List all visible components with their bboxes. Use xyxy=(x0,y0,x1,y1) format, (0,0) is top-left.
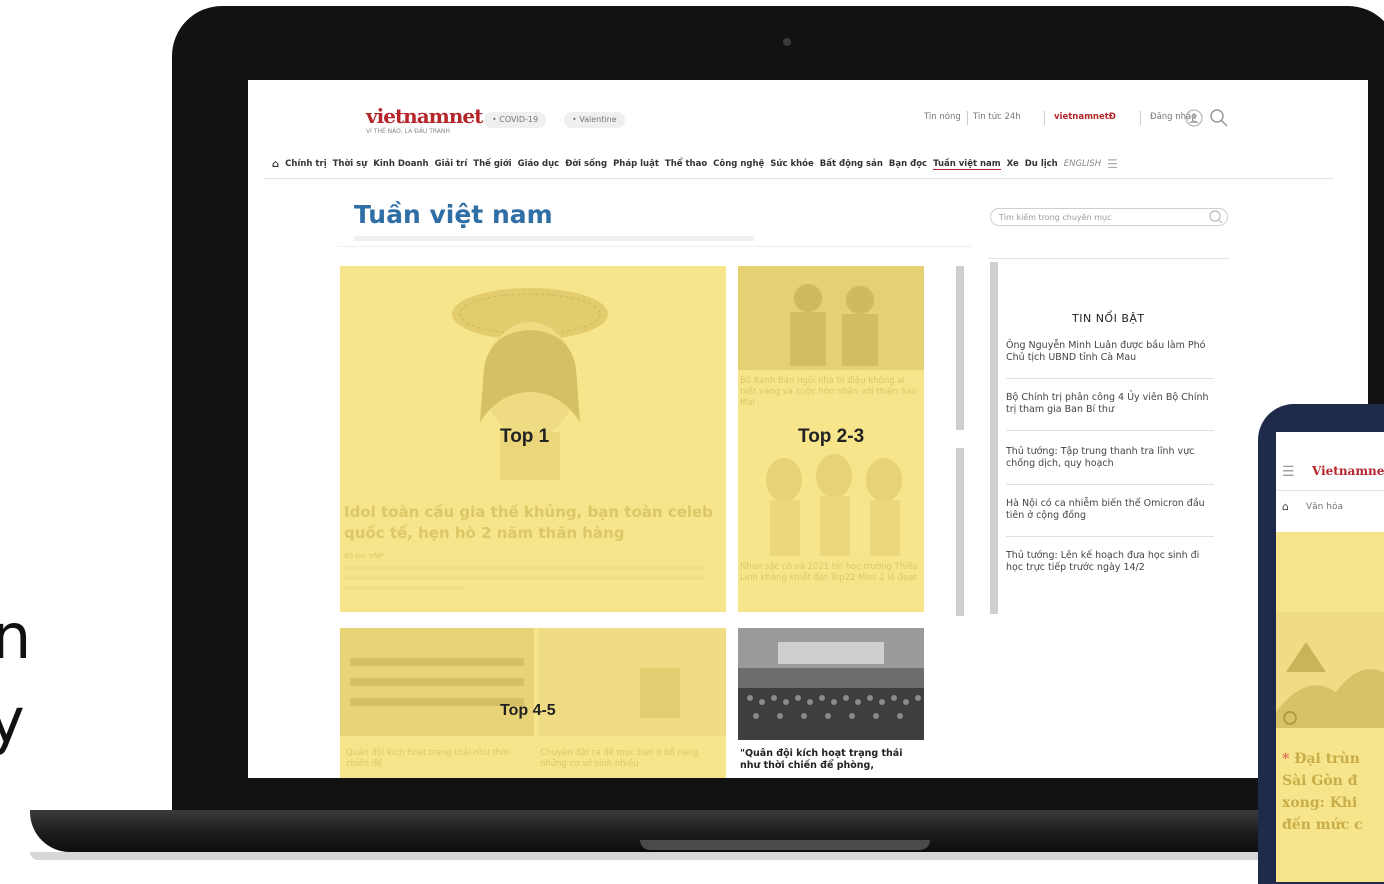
sidebar-item[interactable]: Ông Nguyễn Minh Luân được bầu làm Phó Ch… xyxy=(1006,340,1214,364)
nav-item-kinh-doanh[interactable]: Kinh Doanh xyxy=(373,159,428,169)
phone-headline-line: * Đại trùn xyxy=(1282,748,1384,770)
nav-item-giao-duc[interactable]: Giáo dục xyxy=(518,159,560,169)
link-tin-tuc-24h[interactable]: Tin tức 24h xyxy=(973,112,1021,122)
divider xyxy=(1006,378,1214,379)
extra-article-caption[interactable]: "Quân đội kích hoạt trạng thái như thời … xyxy=(740,748,924,772)
top1-summary-line xyxy=(344,586,464,590)
category-search-input[interactable]: Tìm kiếm trong chuyên mục xyxy=(990,208,1228,226)
nav-divider xyxy=(264,178,1334,179)
sidebar-item[interactable]: Thủ tướng: Lên kế hoạch đưa học sinh đi … xyxy=(1006,550,1214,574)
nav-item-du-lich[interactable]: Du lịch xyxy=(1025,159,1058,169)
nav-item-xe[interactable]: Xe xyxy=(1007,159,1019,169)
top23-label: Top 2-3 xyxy=(798,426,865,447)
nav-item-the-thao[interactable]: Thể thao xyxy=(665,159,707,169)
phone-headline-text: Đại trùn xyxy=(1294,751,1360,767)
phone-menu-icon[interactable]: ☰ xyxy=(1282,464,1295,480)
link-tin-nong[interactable]: Tin nóng xyxy=(924,112,961,122)
divider xyxy=(1006,536,1214,537)
tag-valentine[interactable]: • Valentine xyxy=(564,112,625,128)
top3-photo xyxy=(766,454,902,556)
extra-article-tile[interactable]: "Quân đội kích hoạt trạng thái như thời … xyxy=(738,628,924,778)
top45-tile[interactable]: Top 4-5 Quân đội kích hoạt trạng thái nh… xyxy=(340,628,726,778)
search-icon[interactable] xyxy=(1208,209,1224,225)
top4-caption[interactable]: Quân đội kích hoạt trạng thái như thời c… xyxy=(346,748,516,770)
nav-item-tuan-viet-nam[interactable]: Tuần việt nam xyxy=(933,159,1001,170)
top1-author: Bộ tin: VNP xyxy=(344,552,384,560)
top1-photo xyxy=(452,288,608,480)
top1-summary-line xyxy=(344,576,704,580)
extra-article-photo xyxy=(738,628,924,740)
phone-headline[interactable]: * Đại trùn Sài Gòn đ xong: Khi đến mức c xyxy=(1282,748,1384,836)
divider xyxy=(967,111,968,125)
phone-nav-item[interactable]: Văn hóa xyxy=(1306,502,1343,512)
divider xyxy=(1140,111,1141,125)
phone-highlight-tile[interactable]: * Đại trùn Sài Gòn đ xong: Khi đến mức c xyxy=(1276,532,1384,882)
phone-headline-line: Sài Gòn đ xyxy=(1282,773,1358,789)
nav-item-chinh-tri[interactable]: Chính trị xyxy=(285,159,326,169)
top1-label: Top 1 xyxy=(500,426,550,447)
laptop-notch xyxy=(640,840,930,850)
menu-icon[interactable]: ☰ xyxy=(1107,157,1118,171)
divider xyxy=(1006,430,1214,431)
top23-tile[interactable]: Bố Kanh Bán ngôi nhà bí điệu không ai bi… xyxy=(738,266,924,612)
nav-item-ban-doc[interactable]: Bạn đọc xyxy=(889,159,927,169)
subtitle-placeholder xyxy=(354,236,754,241)
left-edge-letter-y: y xyxy=(0,684,25,757)
site-logo-text: vietnamnet xyxy=(366,104,483,128)
top5-caption[interactable]: Chuyện đặt ra để mục bạn ở bố nang những… xyxy=(540,748,720,770)
sidebar-scrollbar[interactable] xyxy=(990,262,998,614)
main-nav: ⌂ Chính trị Thời sự Kinh Doanh Giải trí … xyxy=(272,154,1344,174)
page-title: Tuần việt nam xyxy=(354,200,553,229)
top2-headline[interactable]: Bố Kanh Bán ngôi nhà bí điệu không ai bi… xyxy=(740,376,920,409)
nav-item-cong-nghe[interactable]: Công nghệ xyxy=(713,159,764,169)
nav-item-doi-song[interactable]: Đời sống xyxy=(565,159,607,169)
divider xyxy=(1044,111,1045,125)
top1-summary-line xyxy=(344,566,704,570)
nav-item-suc-khoe[interactable]: Sức khỏe xyxy=(770,159,813,169)
phone-logo[interactable]: Vietnamnet xyxy=(1312,464,1384,478)
laptop-base-edge xyxy=(30,852,1384,860)
nav-item-giai-tri[interactable]: Giải trí xyxy=(435,159,468,169)
phone-screen: ☰ Vietnamnet ⌂ Văn hóa * Đại trùn Sài Gò… xyxy=(1276,432,1384,882)
left-edge-letter-n: n xyxy=(0,600,32,673)
divider xyxy=(988,258,1230,259)
home-icon[interactable]: ⌂ xyxy=(272,159,279,170)
nav-item-bat-dong-san[interactable]: Bất động sản xyxy=(820,159,883,169)
site-logo-tagline: VI THẾ NÀO, LÀ ĐẤU TRANH xyxy=(366,128,450,135)
top45-label: Top 4-5 xyxy=(500,702,556,719)
column-divider xyxy=(956,448,964,616)
phone-home-icon[interactable]: ⌂ xyxy=(1282,500,1289,513)
tag-covid[interactable]: • COVID-19 xyxy=(484,112,547,128)
sidebar-item[interactable]: Bộ Chính trị phân công 4 Ủy viên Bộ Chín… xyxy=(1006,392,1214,416)
nav-item-english[interactable]: ENGLISH xyxy=(1064,159,1101,169)
sidebar-item[interactable]: Thủ tướng: Tập trung thanh tra lĩnh vực … xyxy=(1006,446,1214,470)
top2-photo-figures xyxy=(790,284,878,366)
laptop-screen: vietnamnet VI THẾ NÀO, LÀ ĐẤU TRANH • CO… xyxy=(248,80,1368,778)
sidebar-item[interactable]: Hà Nội có ca nhiễm biến thể Omicron đầu … xyxy=(1006,498,1214,522)
nav-item-phap-luat[interactable]: Pháp luật xyxy=(613,159,659,169)
nav-item-thoi-su[interactable]: Thời sự xyxy=(333,159,368,169)
divider xyxy=(1276,490,1384,491)
top1-tile[interactable]: Top 1 Idol toàn cầu gia thế khủng, bạn t… xyxy=(340,266,726,612)
site-logo[interactable]: vietnamnet VI THẾ NÀO, LÀ ĐẤU TRANH xyxy=(366,104,483,135)
nav-item-the-gioi[interactable]: Thế giới xyxy=(473,159,511,169)
sidebar-title: TIN NỔI BẬT xyxy=(1072,312,1145,325)
link-vietnamnet-tv[interactable]: vietnamnetĐ xyxy=(1054,112,1116,122)
top1-headline[interactable]: Idol toàn cầu gia thế khủng, bạn toàn ce… xyxy=(344,502,714,544)
phone-headline-line: đến mức c xyxy=(1282,817,1363,833)
divider xyxy=(1006,484,1214,485)
user-icon[interactable] xyxy=(1184,108,1204,128)
top3-headline[interactable]: Nhan sắc cô và 2021 tin học trường Thiều… xyxy=(740,562,920,584)
phone-headline-line: xong: Khi xyxy=(1282,795,1358,811)
camera-dot xyxy=(783,38,791,46)
star-icon: * xyxy=(1282,751,1290,767)
phone-article-photo xyxy=(1276,612,1384,728)
divider xyxy=(338,246,972,247)
column-divider xyxy=(956,266,964,430)
search-icon[interactable] xyxy=(1208,107,1230,129)
